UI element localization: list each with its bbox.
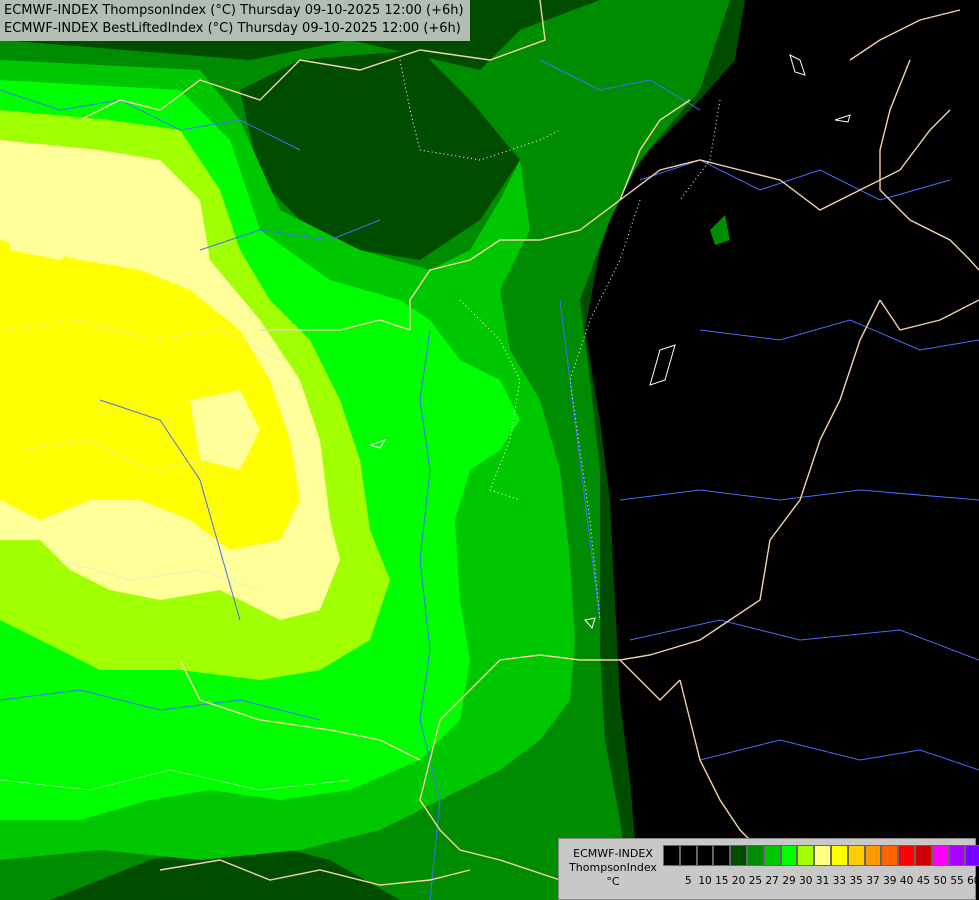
legend-tick: 30 (799, 875, 813, 887)
legend-swatch (915, 845, 932, 866)
legend-swatch (780, 845, 798, 866)
color-legend: ECMWF-INDEX ThompsonIndex °C 5 10 15 20 25 27… (558, 838, 979, 900)
legend-tick: 39 (883, 875, 897, 887)
legend-tick: 60 (967, 875, 979, 887)
legend-tick: 37 (866, 875, 880, 887)
legend-swatch (965, 845, 979, 866)
legend-tick: 15 (715, 875, 729, 887)
map-title-box: ECMWF-INDEX ThompsonIndex (°C) Thursday … (0, 0, 470, 41)
legend-variable: ThompsonIndex (569, 861, 657, 874)
legend-tick: 35 (849, 875, 863, 887)
legend-swatch (696, 845, 714, 866)
legend-swatch (831, 845, 848, 866)
legend-swatch (847, 845, 865, 866)
legend-swatch (663, 845, 680, 866)
legend-tick: 33 (832, 875, 847, 887)
title-line-lifted: ECMWF-INDEX BestLiftedIndex (°C) Thursda… (4, 21, 461, 36)
legend-model: ECMWF-INDEX (573, 847, 653, 860)
weather-map-view: ECMWF-INDEX ThompsonIndex (°C) Thursday … (0, 0, 979, 900)
legend-swatch (763, 845, 781, 866)
legend-tick: 27 (765, 875, 779, 887)
forecast-map (0, 0, 979, 900)
legend-swatch (864, 845, 882, 866)
legend-tick: 31 (815, 875, 830, 887)
legend-tick: 45 (916, 875, 931, 887)
legend-swatch (931, 845, 949, 866)
legend-swatch (881, 845, 899, 866)
legend-tick: 20 (731, 875, 746, 887)
legend-tick: 50 (933, 875, 947, 887)
legend-swatch (797, 845, 815, 866)
legend-tick: 25 (748, 875, 763, 887)
legend-tick: 5 (684, 875, 692, 887)
legend-tick: 10 (698, 875, 712, 887)
legend-swatch (898, 845, 915, 866)
legend-tick: 55 (950, 875, 964, 887)
legend-swatch (814, 845, 831, 866)
legend-swatch (747, 845, 764, 866)
legend-tick: 29 (782, 875, 796, 887)
legend-unit: °C (606, 875, 620, 888)
legend-swatch (679, 845, 697, 866)
legend-tick: 40 (899, 875, 914, 887)
legend-swatch (713, 845, 731, 866)
legend-label: ECMWF-INDEX ThompsonIndex °C (563, 847, 663, 889)
title-line-thompson: ECMWF-INDEX ThompsonIndex (°C) Thursday … (4, 3, 464, 18)
legend-swatch (948, 845, 966, 866)
legend-swatch (730, 845, 747, 866)
